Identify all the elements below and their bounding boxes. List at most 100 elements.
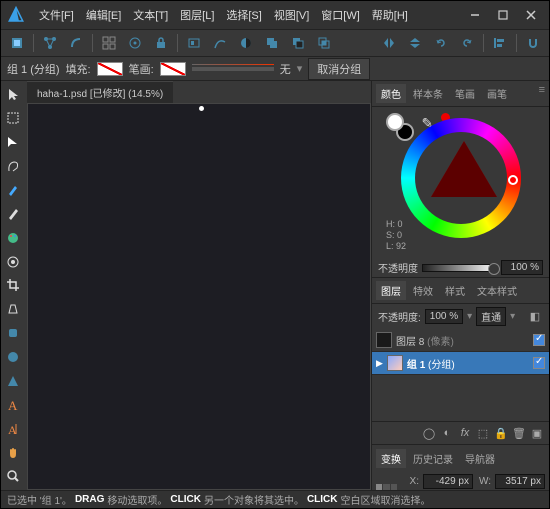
crop-layer-icon[interactable]: ⬚ <box>475 425 491 441</box>
boolean-sub-icon[interactable] <box>286 32 310 54</box>
flip-h-icon[interactable] <box>377 32 401 54</box>
mask-icon[interactable]: ◯ <box>421 425 437 441</box>
opacity-value[interactable]: 100 % <box>501 260 543 275</box>
color-panel: ✎ H: 0 S: 0 L: 92 <box>372 107 549 258</box>
tab-brushes[interactable]: 画笔 <box>482 84 512 103</box>
fill-swatch[interactable] <box>97 62 123 76</box>
layer-row[interactable]: 图层 8 (像素) <box>372 329 549 352</box>
tab-effects[interactable]: 特效 <box>408 281 438 300</box>
expand-icon[interactable]: ▶ <box>376 358 383 369</box>
menu-edit[interactable]: 编辑[E] <box>82 5 125 25</box>
anchor-selector[interactable] <box>376 484 397 491</box>
menu-help[interactable]: 帮助[H] <box>368 5 412 25</box>
snap-icon[interactable] <box>521 32 545 54</box>
shape-triangle-tool[interactable] <box>1 370 25 393</box>
text-frame-tool[interactable]: A <box>1 417 25 440</box>
layer-row[interactable]: ▶ 组 1 (分组) <box>372 352 549 375</box>
stroke-none-label: 无 <box>280 61 291 77</box>
layer-visible-checkbox[interactable] <box>533 334 545 346</box>
brush-tool[interactable] <box>1 202 25 225</box>
move-tool[interactable] <box>1 83 25 106</box>
stroke-swatch[interactable] <box>160 62 186 76</box>
canvas[interactable] <box>27 103 371 490</box>
blend-mode-select[interactable]: 直通 <box>476 307 506 326</box>
node-icon[interactable] <box>38 32 62 54</box>
layer-settings-icon[interactable]: ◧ <box>527 309 543 325</box>
rotate-ccw-icon[interactable] <box>429 32 453 54</box>
tab-styles[interactable]: 样式 <box>440 281 470 300</box>
target-icon[interactable] <box>123 32 147 54</box>
lock-layer-icon[interactable]: 🔒 <box>493 425 509 441</box>
w-input[interactable]: 3517 px <box>495 474 545 489</box>
close-button[interactable] <box>517 5 545 25</box>
menu-select[interactable]: 选择[S] <box>222 5 265 25</box>
tab-transform[interactable]: 变换 <box>376 449 406 468</box>
layers-panel: 图层 特效 样式 文本样式 不透明度: 100 % ▾ 直通 ▾ ◧ 图层 8 … <box>372 277 549 444</box>
opacity-slider[interactable] <box>422 264 497 272</box>
minimize-button[interactable] <box>461 5 489 25</box>
pen-tool[interactable] <box>1 179 25 202</box>
fill-tool[interactable] <box>1 250 25 273</box>
lock-icon[interactable] <box>149 32 173 54</box>
stroke-width-slider[interactable] <box>192 67 274 71</box>
adjust-icon[interactable]: ◐ <box>439 425 455 441</box>
perspective-tool[interactable] <box>1 298 25 321</box>
marquee-tool[interactable] <box>1 107 25 130</box>
assets-icon[interactable] <box>182 32 206 54</box>
shape-rect-tool[interactable] <box>1 322 25 345</box>
menu-text[interactable]: 文本[T] <box>129 5 172 25</box>
corner-icon[interactable] <box>64 32 88 54</box>
layer-opacity-label: 不透明度: <box>378 309 421 324</box>
window-controls <box>461 5 545 25</box>
canvas-area: haha-1.psd [已修改] (14.5%) <box>27 81 371 490</box>
lasso-tool[interactable] <box>1 155 25 178</box>
tab-stroke[interactable]: 笔画 <box>450 84 480 103</box>
menu-view[interactable]: 视图[V] <box>270 5 313 25</box>
grid-icon[interactable] <box>97 32 121 54</box>
document-tab[interactable]: haha-1.psd [已修改] (14.5%) <box>27 81 173 103</box>
tab-textstyles[interactable]: 文本样式 <box>472 281 522 300</box>
flip-v-icon[interactable] <box>403 32 427 54</box>
fg-color-swatch[interactable] <box>386 113 404 131</box>
x-input[interactable]: -429 px <box>423 474 473 489</box>
fx-icon[interactable]: fx <box>457 425 473 441</box>
ungroup-button[interactable]: 取消分组 <box>308 58 370 80</box>
boolean-add-icon[interactable] <box>260 32 284 54</box>
tab-color[interactable]: 颜色 <box>376 84 406 103</box>
add-layer-icon[interactable]: ▣ <box>529 425 545 441</box>
crop-tool[interactable] <box>1 274 25 297</box>
curves-icon[interactable] <box>208 32 232 54</box>
paint-tool[interactable] <box>1 226 25 249</box>
rotate-cw-icon[interactable] <box>455 32 479 54</box>
canvas-handle[interactable] <box>199 106 204 111</box>
color-wheel[interactable]: ✎ <box>386 113 536 243</box>
selection-label: 组 1 (分组) <box>7 61 60 77</box>
tab-history[interactable]: 历史记录 <box>408 449 458 468</box>
persona-photo-icon[interactable] <box>5 32 29 54</box>
transform-panel-tabs: 变换 历史记录 导航器 <box>376 449 545 472</box>
tab-layers[interactable]: 图层 <box>376 281 406 300</box>
zoom-tool[interactable] <box>1 465 25 488</box>
tab-swatches[interactable]: 样本条 <box>408 84 448 103</box>
status-bar: 已选中 '组 1'。 DRAG移动选取项。 CLICK另一个对象将其选中。 CL… <box>1 490 549 508</box>
boolean-int-icon[interactable] <box>312 32 336 54</box>
align-icon[interactable] <box>488 32 512 54</box>
hand-tool[interactable] <box>1 441 25 464</box>
layer-thumbnail <box>387 355 403 371</box>
menu-file[interactable]: 文件[F] <box>35 5 78 25</box>
node-tool[interactable] <box>1 131 25 154</box>
tab-navigator[interactable]: 导航器 <box>460 449 500 468</box>
panels-column: 颜色 样本条 笔画 画笔 ≡ ✎ H: 0 S: 0 L <box>371 81 549 490</box>
menu-layer[interactable]: 图层[L] <box>176 5 218 25</box>
delete-layer-icon[interactable]: 🗑 <box>511 425 527 441</box>
layer-visible-checkbox[interactable] <box>533 357 545 369</box>
text-tool[interactable]: A <box>1 393 25 416</box>
hue-handle[interactable] <box>508 175 518 185</box>
panel-menu-icon[interactable]: ≡ <box>539 84 545 103</box>
maximize-button[interactable] <box>489 5 517 25</box>
layer-opacity-value[interactable]: 100 % <box>425 309 463 324</box>
shape-ellipse-tool[interactable] <box>1 346 25 369</box>
contrast-icon[interactable] <box>234 32 258 54</box>
menu-window[interactable]: 窗口[W] <box>317 5 364 25</box>
layer-actions: ◯ ◐ fx ⬚ 🔒 🗑 ▣ <box>372 421 549 444</box>
